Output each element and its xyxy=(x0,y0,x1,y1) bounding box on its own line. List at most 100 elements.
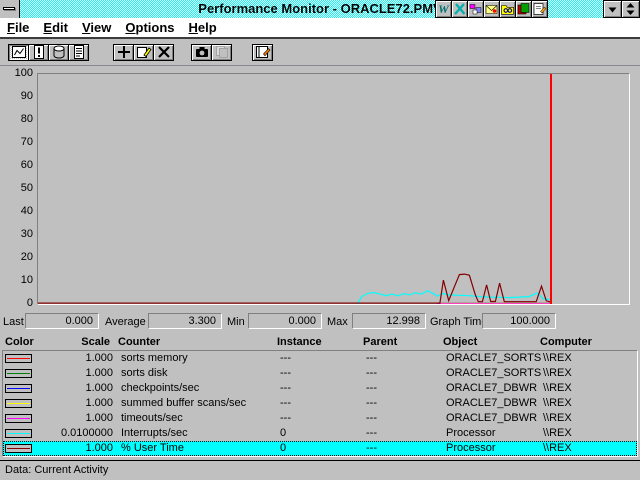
y-axis-label: 10 xyxy=(0,274,33,286)
computer-cell: \\REX xyxy=(543,441,637,456)
update-now-button[interactable] xyxy=(191,44,212,61)
legend-list: 1.000sorts memory------ORACLE7_SORTS\\RE… xyxy=(2,350,638,457)
legend-color-cell xyxy=(3,411,43,426)
add-counter-button[interactable] xyxy=(113,44,134,61)
options-button[interactable] xyxy=(252,44,273,61)
toolbar-group xyxy=(192,44,232,61)
legend-row-interrupts-sec[interactable]: 0.0100000Interrupts/sec0---Processor\\RE… xyxy=(3,426,637,441)
legend-row-checkpoints-sec[interactable]: 1.000checkpoints/sec------ORACLE7_DBWR\\… xyxy=(3,381,637,396)
counter-cell: timeouts/sec xyxy=(113,411,280,426)
scale-cell: 1.000 xyxy=(43,351,113,366)
log-icon xyxy=(51,45,67,59)
counter-cell: sorts memory xyxy=(113,351,280,366)
msword-button[interactable]: W xyxy=(435,0,452,18)
computer-cell: \\REX xyxy=(543,396,637,411)
edit-counter-button[interactable] xyxy=(133,44,154,61)
computer-cell: \\REX xyxy=(543,366,637,381)
menu-item-view[interactable]: View xyxy=(75,18,118,37)
object-cell: ORACLE7_SORTS xyxy=(446,351,543,366)
minimize-icon xyxy=(608,6,617,13)
restore-button[interactable] xyxy=(621,0,640,18)
color-swatch-line xyxy=(7,448,30,449)
y-axis-label: 40 xyxy=(0,205,33,217)
instance-cell: --- xyxy=(280,366,366,381)
y-axis-label: 20 xyxy=(0,251,33,263)
parent-cell: --- xyxy=(366,351,446,366)
legend-row-timeouts-sec[interactable]: 1.000timeouts/sec------ORACLE7_DBWR\\REX xyxy=(3,411,637,426)
chart-plot-area[interactable] xyxy=(37,73,630,305)
menu-item-options[interactable]: Options xyxy=(118,18,181,37)
color-swatch xyxy=(5,414,32,423)
chart-view-button[interactable] xyxy=(8,44,29,61)
msexcel-icon xyxy=(453,2,466,16)
bookmark-icon xyxy=(214,45,230,59)
legend-row-user-time[interactable]: 1.000% User Time0---Processor\\REX xyxy=(3,441,637,456)
msaccess-icon xyxy=(517,2,530,16)
min-value: 0.000 xyxy=(248,313,322,329)
report-view-button[interactable] xyxy=(68,44,89,61)
legend-color-cell xyxy=(3,381,43,396)
system-menu-button[interactable] xyxy=(0,0,20,18)
instance-cell: 0 xyxy=(280,426,366,441)
instance-cell: --- xyxy=(280,381,366,396)
legend-row-sorts-disk[interactable]: 1.000sorts disk------ORACLE7_SORTS\\REX xyxy=(3,366,637,381)
legend-header-object: Object xyxy=(443,335,540,350)
msoffice-icon xyxy=(533,2,546,16)
legend-header-color: Color xyxy=(0,335,40,350)
msmail-button[interactable] xyxy=(483,0,500,18)
legend-color-cell xyxy=(3,441,43,456)
parent-cell: --- xyxy=(366,426,446,441)
series-user-time xyxy=(38,274,551,303)
find-file-button[interactable] xyxy=(499,0,516,18)
computer-cell: \\REX xyxy=(543,411,637,426)
object-cell: ORACLE7_DBWR xyxy=(446,396,543,411)
last-value: 0.000 xyxy=(25,313,99,329)
menu-item-file[interactable]: File xyxy=(0,18,36,37)
caption-buttons xyxy=(604,0,640,18)
parent-cell: --- xyxy=(366,381,446,396)
legend-color-cell xyxy=(3,426,43,441)
color-swatch xyxy=(5,384,32,393)
log-view-button[interactable] xyxy=(48,44,69,61)
menu-item-edit[interactable]: Edit xyxy=(36,18,75,37)
msaccess-button[interactable] xyxy=(515,0,532,18)
performance-monitor-window: Performance Monitor - ORACLE72.PMV W Fil… xyxy=(0,0,640,480)
minimize-button[interactable] xyxy=(603,0,622,18)
counter-cell: checkpoints/sec xyxy=(113,381,280,396)
chart-canvas xyxy=(38,74,629,304)
office-manager-toolbar: W xyxy=(436,0,548,18)
chart-region: 0102030405060708090100 xyxy=(0,66,640,312)
legend-color-cell xyxy=(3,396,43,411)
min-label: Min xyxy=(227,315,245,330)
color-swatch xyxy=(5,429,32,438)
restore-icon xyxy=(626,3,635,15)
scale-cell: 1.000 xyxy=(43,441,113,456)
camera-icon xyxy=(194,45,210,59)
delete-icon xyxy=(156,45,172,59)
msoffice-button[interactable] xyxy=(531,0,548,18)
computer-cell: \\REX xyxy=(543,426,637,441)
object-cell: ORACLE7_DBWR xyxy=(446,381,543,396)
y-axis-label: 30 xyxy=(0,228,33,240)
alert-icon xyxy=(31,45,47,59)
edit-icon xyxy=(136,45,152,59)
max-label: Max xyxy=(327,315,348,330)
graph-time-value: 100.000 xyxy=(482,313,556,329)
color-swatch xyxy=(5,444,32,453)
bookmark-button[interactable] xyxy=(211,44,232,61)
menu-item-help[interactable]: Help xyxy=(182,18,224,37)
color-swatch-line xyxy=(7,388,30,389)
y-axis-label: 90 xyxy=(0,90,33,102)
parent-cell: --- xyxy=(366,366,446,381)
msexcel-button[interactable] xyxy=(451,0,468,18)
y-axis-label: 0 xyxy=(0,297,33,309)
instance-cell: --- xyxy=(280,411,366,426)
legend-header-scale: Scale xyxy=(40,335,110,350)
mspowerpoint-button[interactable] xyxy=(467,0,484,18)
legend-row-summed-buffer-scans-sec[interactable]: 1.000summed buffer scans/sec------ORACLE… xyxy=(3,396,637,411)
y-axis-label: 80 xyxy=(0,113,33,125)
alert-view-button[interactable] xyxy=(28,44,49,61)
legend-row-sorts-memory[interactable]: 1.000sorts memory------ORACLE7_SORTS\\RE… xyxy=(3,351,637,366)
last-label: Last xyxy=(3,315,24,330)
delete-counter-button[interactable] xyxy=(153,44,174,61)
